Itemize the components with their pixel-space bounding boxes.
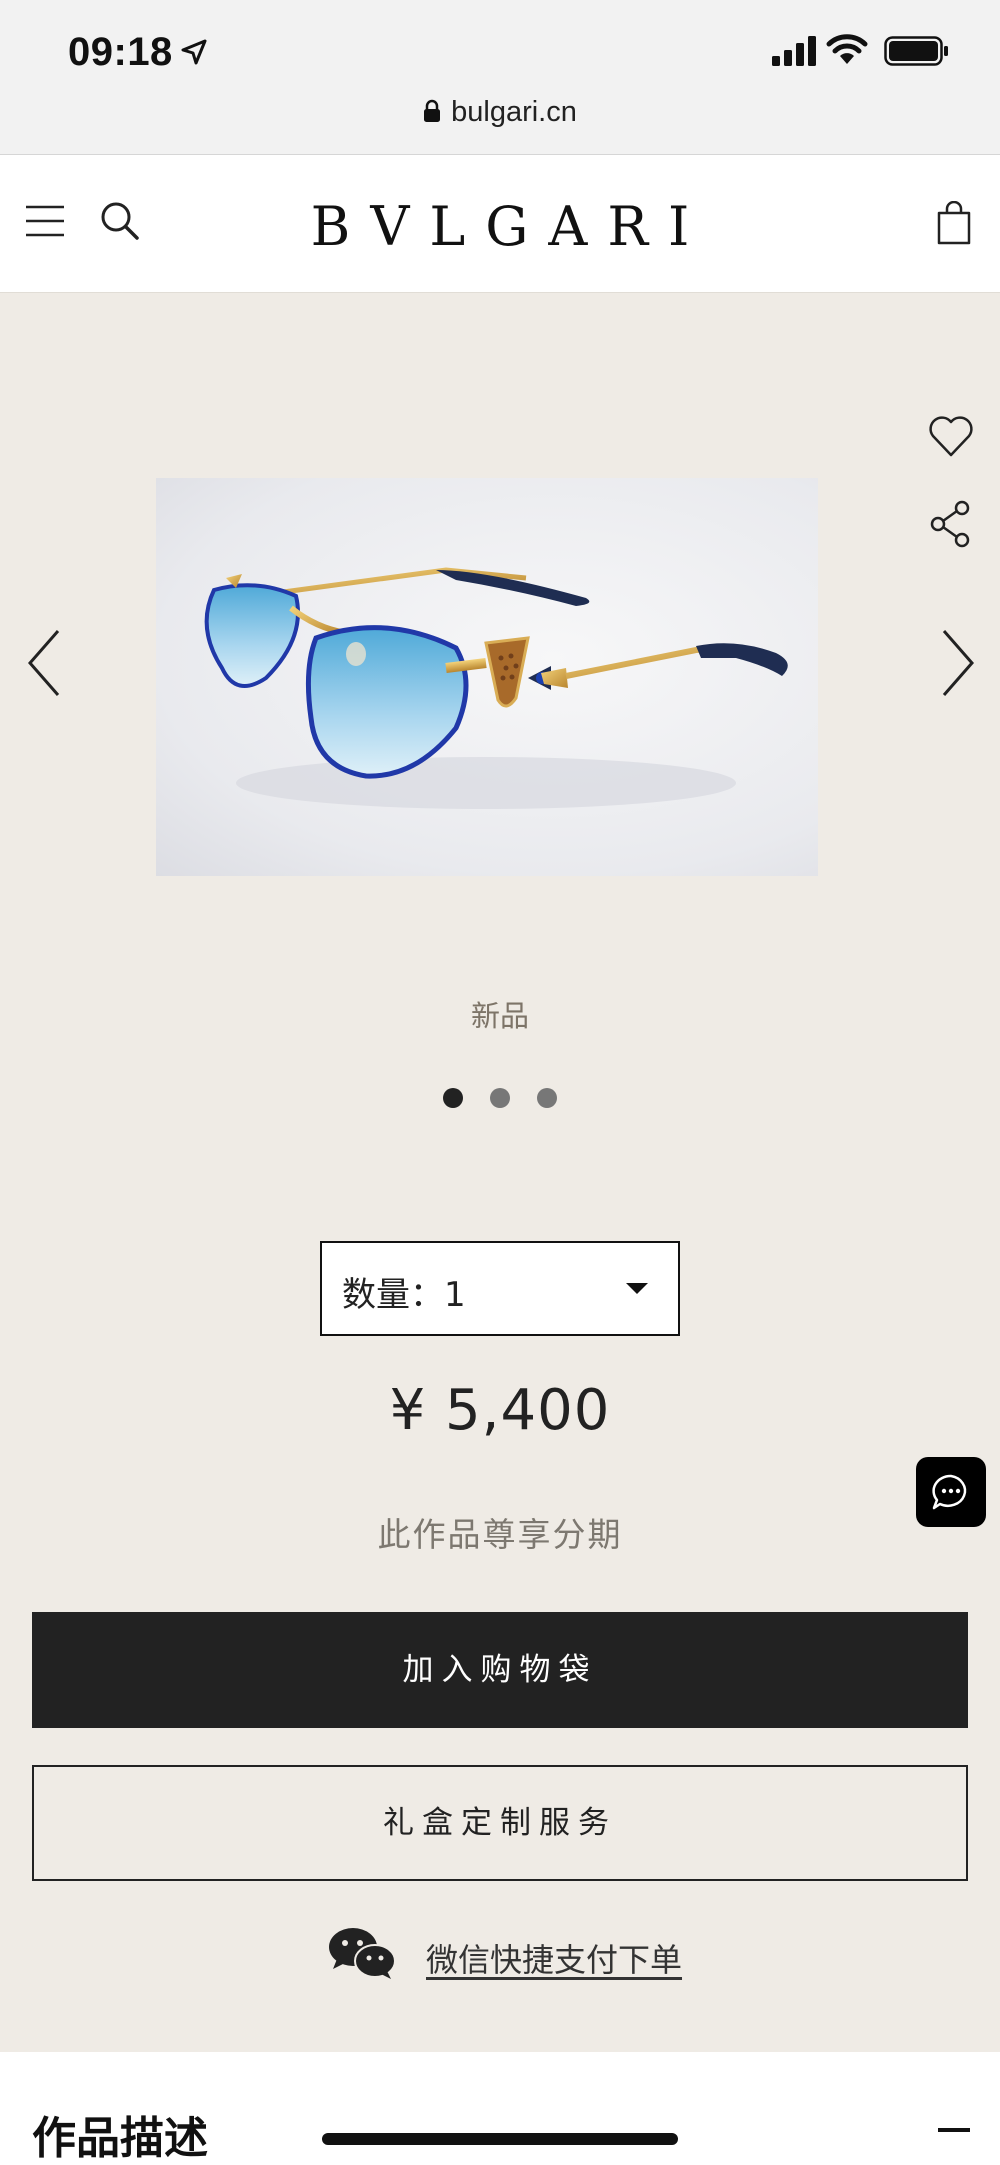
status-bar: 09:18 bulgari.cn <box>0 0 1000 155</box>
chat-bubble-icon <box>932 1474 967 1510</box>
home-indicator[interactable] <box>322 2133 678 2145</box>
new-badge: 新品 <box>470 999 529 1033</box>
quantity-value: 1 <box>444 1275 466 1315</box>
shopping-bag-icon[interactable] <box>936 201 972 245</box>
site-header: BVLGARI <box>0 155 1000 293</box>
gallery-dot-3[interactable] <box>537 1088 558 1108</box>
status-time: 09:18 <box>68 30 173 74</box>
gift-box-service-button[interactable]: 礼盒定制服务 <box>32 1765 968 1881</box>
gallery-dot-2[interactable] <box>490 1088 510 1108</box>
url-text[interactable]: bulgari.cn <box>451 96 577 128</box>
next-arrow-icon[interactable] <box>940 628 976 698</box>
quantity-select[interactable]: 数量：1 <box>320 1241 680 1336</box>
wechat-pay-row: 微信快捷支付下单 <box>0 1925 1000 1985</box>
sunglasses-illustration <box>204 567 788 809</box>
wechat-icon <box>329 1928 396 1979</box>
heart-icon[interactable] <box>928 414 974 458</box>
share-icon[interactable] <box>928 500 974 548</box>
location-arrow-icon <box>181 39 207 65</box>
gallery-pagination <box>0 1088 1000 1112</box>
collapse-minus-icon[interactable] <box>938 2128 970 2132</box>
gallery-dot-1[interactable] <box>442 1088 463 1108</box>
lock-icon <box>424 99 441 122</box>
dropdown-caret-icon <box>626 1283 648 1294</box>
installment-text[interactable]: 此作品尊享分期 <box>0 1508 1000 1556</box>
battery-icon <box>884 36 948 66</box>
brand-logo[interactable]: BVLGARI <box>0 195 1000 258</box>
product-price: ¥ 5,400 <box>389 1378 611 1443</box>
chat-button[interactable] <box>916 1457 986 1527</box>
previous-arrow-icon[interactable] <box>26 628 62 698</box>
description-section: 作品描述 <box>0 2052 1000 2165</box>
product-image[interactable] <box>156 478 818 876</box>
wifi-icon <box>826 34 868 64</box>
description-title[interactable]: 作品描述 <box>32 2102 208 2165</box>
quantity-label: 数量：1 <box>342 1275 466 1315</box>
add-to-bag-button[interactable]: 加入购物袋 <box>32 1612 968 1728</box>
address-bar[interactable]: bulgari.cn <box>0 96 1000 129</box>
cellular-signal-icon <box>772 36 816 66</box>
wechat-pay-link[interactable]: 微信快捷支付下单 <box>426 1935 682 1981</box>
